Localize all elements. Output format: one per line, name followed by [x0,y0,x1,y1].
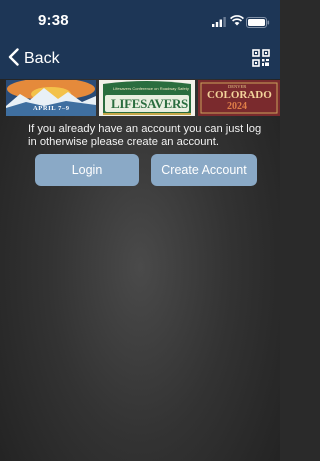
mountains-tile: APRIL 7–9 [6,80,96,116]
banner-lifesavers: LIFESAVERS [111,96,188,111]
banner-year: 2024 [227,101,247,112]
login-button[interactable]: Login [35,154,139,186]
wifi-icon [229,13,245,31]
battery-icon [246,15,270,33]
back-button[interactable]: Back [8,46,60,72]
header-bar: 9:38 Back [0,0,280,79]
back-label: Back [24,50,60,67]
banner-colorado: COLORADO [207,89,272,101]
lifesavers-tile: Lifesavers Conference on Roadway Safety … [99,80,195,116]
chevron-left-icon [8,47,20,71]
conference-banner: APRIL 7–9 Lifesavers Conference on Roadw… [6,80,280,116]
qr-code-icon[interactable] [252,49,270,72]
banner-subtitle: Lifesavers Conference on Roadway Safety [113,86,189,91]
colorado-tile: DENVER COLORADO 2024 [198,80,280,116]
account-message: If you already have an account you can j… [28,123,262,148]
app-screen: 9:38 Back APRIL 7–9 Lifesavers Conferenc… [0,0,280,461]
create-account-button[interactable]: Create Account [151,154,257,186]
status-time: 9:38 [38,12,69,29]
signal-icon [212,14,226,32]
banner-dates: APRIL 7–9 [33,105,70,112]
status-bar: 9:38 [0,0,280,36]
navigation-bar: Back [0,44,280,76]
